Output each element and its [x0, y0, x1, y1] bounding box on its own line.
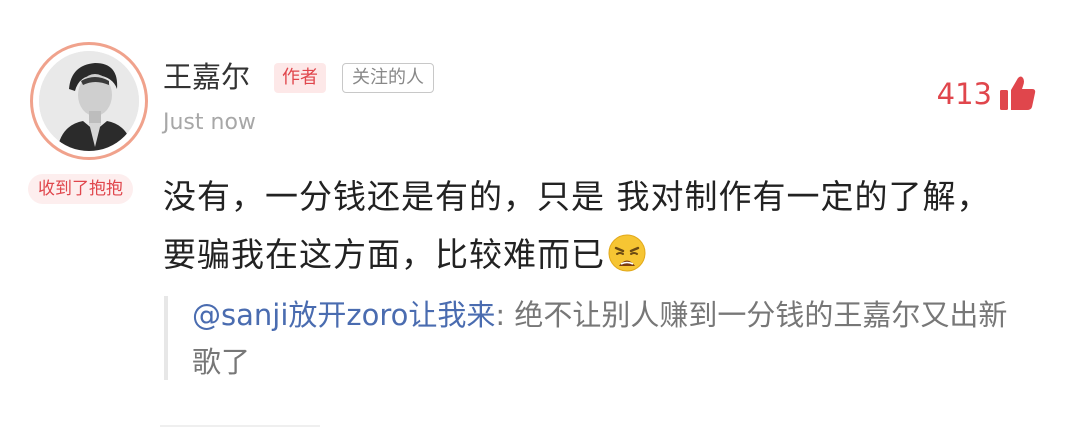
comment-line-2-text: 要骗我在这方面，比较难而已 [163, 235, 605, 274]
like-count: 413 [936, 77, 992, 111]
username[interactable]: 王嘉尔 [163, 57, 250, 97]
avatar-image [39, 51, 139, 151]
mention-link[interactable]: @sanji放开zoro让我来 [192, 298, 495, 332]
author-tag: 作者 [274, 63, 326, 93]
avatar[interactable] [30, 42, 148, 160]
divider [160, 425, 320, 427]
comment-line-1: 没有，一分钱还是有的，只是 我对制作有一定的了解， [163, 177, 991, 216]
quoted-reply[interactable]: @sanji放开zoro让我来: 绝不让别人赚到一分钱的王嘉尔又出新歌了 [192, 292, 1012, 386]
comment-card: 收到了抱抱 王嘉尔 作者 关注的人 Just now 413 没有，一分钱还是有… [0, 0, 1080, 428]
comment-line-2: 要骗我在这方面，比较难而已 [163, 226, 1043, 284]
timestamp: Just now [163, 110, 256, 135]
hug-badge: 收到了抱抱 [28, 174, 133, 204]
comment-text: 没有，一分钱还是有的，只是 我对制作有一定的了解， 要骗我在这方面，比较难而已 [163, 168, 1043, 284]
like-button[interactable]: 413 [937, 74, 1038, 114]
quote-separator: : [495, 298, 515, 332]
weary-face-emoji [608, 234, 646, 272]
following-tag: 关注的人 [342, 63, 434, 93]
quote-divider [164, 296, 168, 380]
thumbs-up-icon [1000, 76, 1036, 110]
